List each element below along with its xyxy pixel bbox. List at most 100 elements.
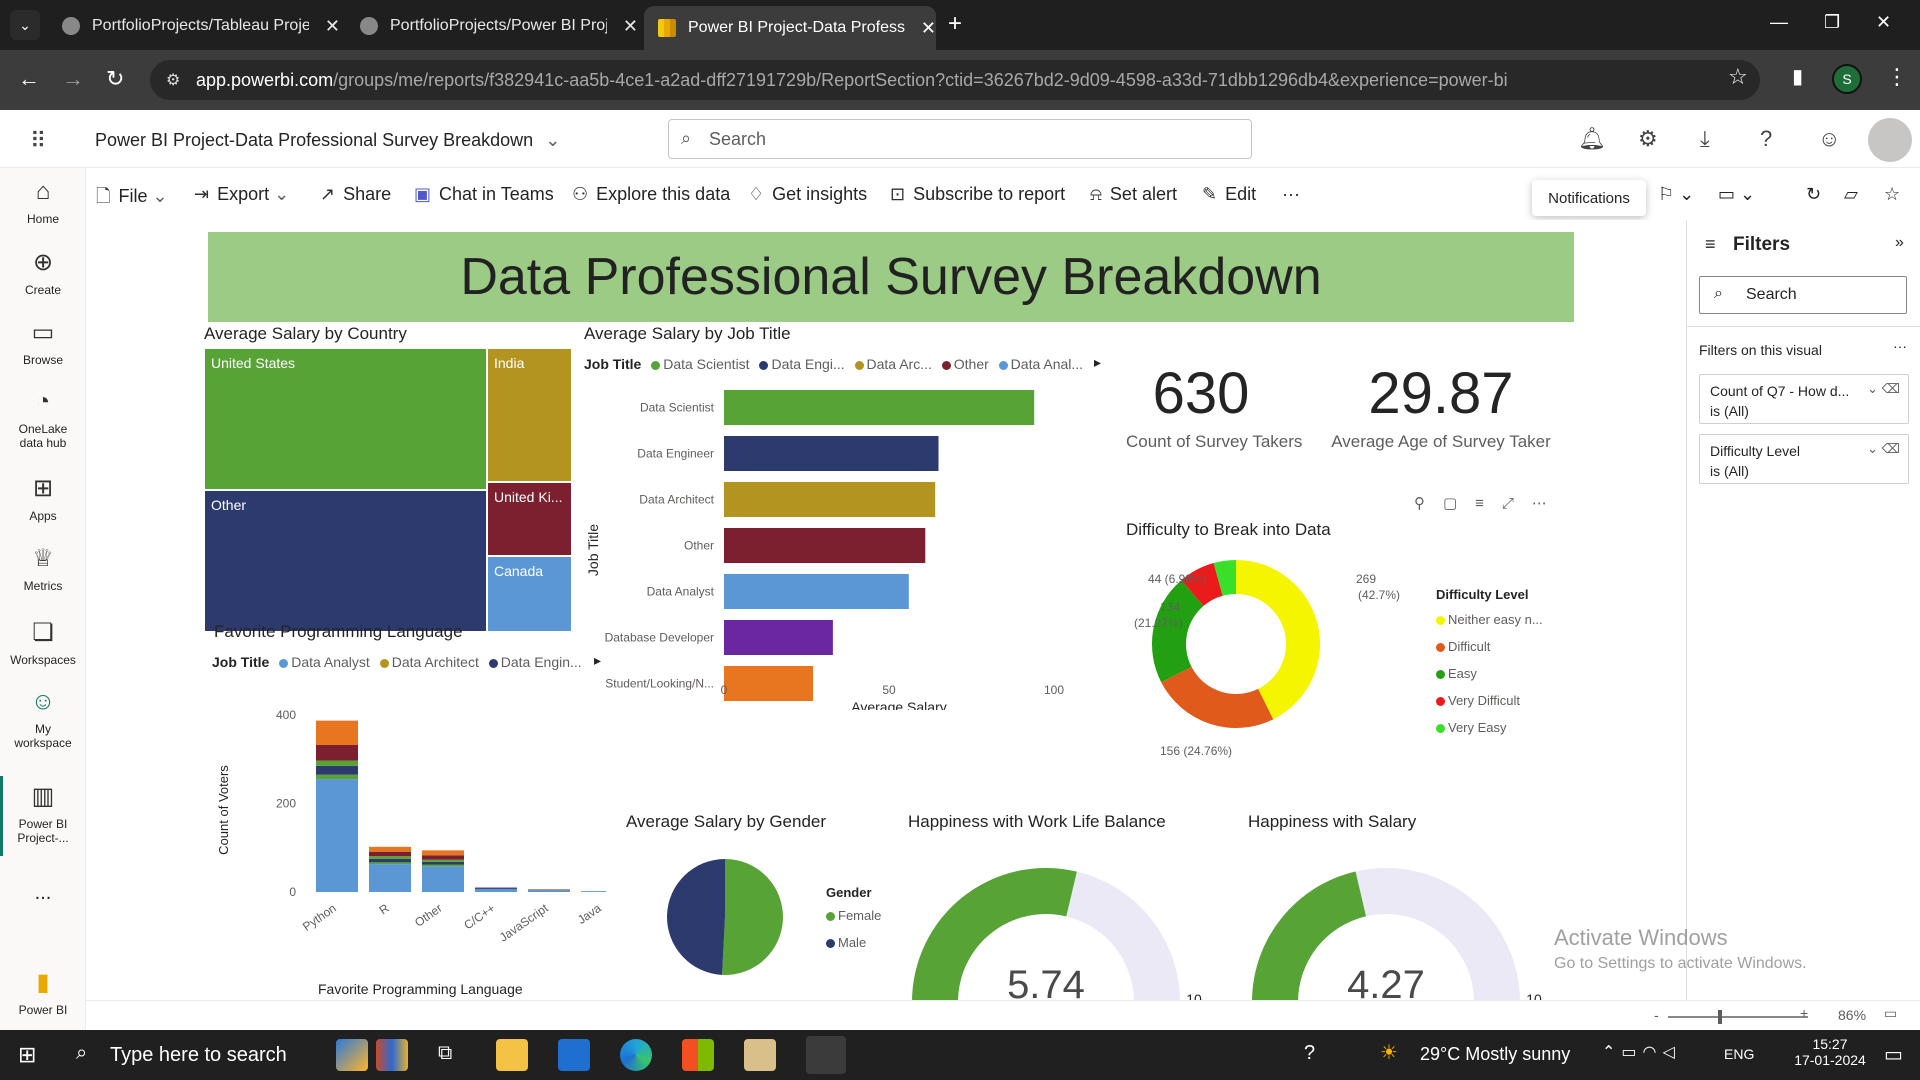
favorite-star-icon[interactable]: ☆: [1884, 184, 1900, 205]
taskbar-app-icon[interactable]: [744, 1039, 776, 1071]
file-explorer-icon[interactable]: [496, 1039, 528, 1071]
taskbar-search[interactable]: ⌕ Type here to search: [64, 1030, 320, 1080]
store-icon[interactable]: [682, 1039, 714, 1071]
legend-item[interactable]: Easy: [1436, 660, 1543, 687]
side-panel-icon[interactable]: ▮: [1792, 64, 1803, 89]
legend-item[interactable]: Female: [826, 902, 881, 929]
bookmark-star-icon[interactable]: ☆: [1728, 64, 1748, 90]
nav-home[interactable]: ⌂ Home: [0, 178, 86, 226]
treemap-cell-other[interactable]: Other: [204, 490, 487, 632]
explore-data-button[interactable]: ⚇ Explore this data: [572, 184, 730, 205]
help-tips-icon[interactable]: ?: [1304, 1042, 1315, 1065]
restore-icon[interactable]: ❐: [1824, 12, 1840, 33]
notifications-bell-icon[interactable]: 🔔︎: [1578, 126, 1606, 152]
nav-power-bi[interactable]: ▮ Power BI: [0, 968, 86, 1017]
new-tab-button[interactable]: +: [948, 10, 962, 38]
legend-item[interactable]: Very Easy: [1436, 714, 1543, 741]
download-icon[interactable]: ⤓: [1700, 126, 1710, 152]
site-info-icon[interactable]: ⚙: [166, 70, 180, 90]
back-icon[interactable]: ←: [18, 66, 40, 92]
windows-start-icon[interactable]: ⊞: [18, 1042, 36, 1068]
profile-avatar[interactable]: S: [1832, 64, 1862, 94]
get-insights-button[interactable]: ♢ Get insights: [748, 184, 867, 205]
close-icon[interactable]: ✕: [623, 16, 638, 37]
treemap-cell-canada[interactable]: Canada: [487, 556, 572, 632]
taskbar-widget-icon[interactable]: [336, 1039, 368, 1071]
url-input[interactable]: ⚙ app.powerbi.com/groups/me/reports/f382…: [150, 60, 1760, 100]
legend-item[interactable]: Difficult: [1436, 633, 1543, 660]
nav-apps[interactable]: ⊞ Apps: [0, 474, 86, 523]
task-view-icon[interactable]: ⧉: [438, 1042, 452, 1065]
collapse-chevron-icon[interactable]: »: [1895, 234, 1904, 252]
close-icon[interactable]: ✕: [325, 16, 340, 37]
taskbar-clock[interactable]: 15:27 17-01-2024: [1790, 1036, 1870, 1068]
salary-job-bar-chart[interactable]: Data Scientist Data Engineer Data Architec…: [584, 380, 1204, 710]
chevron-down-icon[interactable]: ⌄ ⌫: [1867, 439, 1900, 459]
nav-workspaces[interactable]: ❏ Workspaces: [0, 618, 86, 667]
wlb-gauge[interactable]: 5.74010: [908, 840, 1298, 1010]
filter-card-difficulty[interactable]: Difficulty Level is (All) ⌄ ⌫: [1699, 434, 1909, 484]
browser-tab[interactable]: PortfolioProjects/Power BI Proje ✕: [346, 8, 638, 44]
view-icon[interactable]: ▭ ⌄: [1718, 184, 1755, 205]
nav-onelake[interactable]: ◔ OneLake data hub: [0, 388, 86, 450]
tab-search-button[interactable]: ⌄: [10, 10, 40, 40]
comment-icon[interactable]: ▱: [1844, 184, 1858, 205]
visual-header-icons[interactable]: ⚲▢≡⤢⋯: [1414, 494, 1565, 512]
zoom-slider[interactable]: [1668, 1016, 1808, 1018]
fit-page-icon[interactable]: ▭: [1884, 1005, 1897, 1022]
feedback-icon[interactable]: ☺: [1818, 126, 1840, 152]
nav-current-report[interactable]: ▥ Power BI Project-...: [0, 782, 86, 845]
browser-tab-active[interactable]: Power BI Project-Data Professio ✕: [644, 6, 936, 50]
chat-in-teams-button[interactable]: ▣ Chat in Teams: [414, 184, 554, 205]
subscribe-button[interactable]: ⊡ Subscribe to report: [890, 184, 1065, 205]
nav-create[interactable]: ⊕ Create: [0, 248, 86, 297]
chevron-down-icon[interactable]: ⌄ ⌫: [1867, 379, 1900, 399]
user-avatar[interactable]: [1868, 118, 1912, 162]
browser-menu-icon[interactable]: ⋮: [1886, 64, 1908, 90]
window-close-icon[interactable]: ✕: [1876, 12, 1891, 33]
zoom-slider-thumb[interactable]: [1718, 1010, 1722, 1024]
treemap-cell-united-states[interactable]: United States: [204, 348, 487, 490]
nav-browse[interactable]: ▭ Browse: [0, 318, 86, 367]
notification-center-icon[interactable]: ▭: [1884, 1042, 1903, 1067]
set-alert-button[interactable]: ⍾ Set alert: [1090, 184, 1177, 205]
minimize-icon[interactable]: —: [1770, 12, 1788, 33]
legend-item[interactable]: Very Difficult: [1436, 687, 1543, 714]
reload-icon[interactable]: ↻: [106, 66, 124, 92]
report-name-dropdown[interactable]: Power BI Project-Data Professional Surve…: [95, 130, 560, 151]
refresh-icon[interactable]: ↻: [1806, 184, 1821, 205]
browser-tab[interactable]: PortfolioProjects/Tableau Projec ✕: [48, 8, 340, 44]
nav-more[interactable]: ...: [0, 882, 86, 905]
legend-next-arrow-icon[interactable]: ▸: [1094, 354, 1101, 371]
zoom-out-button[interactable]: -: [1654, 1007, 1659, 1023]
more-options-icon[interactable]: ···: [1893, 338, 1907, 354]
gender-pie-chart[interactable]: [664, 856, 786, 978]
legend-next-arrow-icon[interactable]: ▸: [594, 652, 601, 669]
help-icon[interactable]: ?: [1760, 126, 1772, 152]
settings-gear-icon[interactable]: ⚙: [1638, 126, 1658, 152]
forward-icon[interactable]: →: [62, 66, 84, 92]
weather-text[interactable]: 29°C Mostly sunny: [1420, 1044, 1570, 1065]
system-tray-icons[interactable]: ⌃▭◠◁: [1602, 1042, 1681, 1062]
chrome-icon-active[interactable]: [806, 1036, 846, 1074]
export-menu[interactable]: ⇥ Export ⌄: [194, 184, 289, 205]
share-button[interactable]: ↗ Share: [320, 184, 391, 205]
edit-button[interactable]: ✎ Edit: [1202, 184, 1256, 205]
nav-metrics[interactable]: ♕ Metrics: [0, 544, 86, 593]
file-menu[interactable]: 🗋︎ File ⌄: [96, 184, 168, 214]
lang-stacked-bar-chart[interactable]: Python R Other C/C++ JavaScript Java 400 200 0 Fa…: [206, 700, 606, 1000]
filters-search-input[interactable]: ⌕ Search: [1699, 276, 1907, 314]
nav-my-workspace[interactable]: ☺ My workspace: [0, 688, 86, 750]
treemap-cell-united-kingdom[interactable]: United Ki...: [487, 482, 572, 556]
input-language[interactable]: ENG: [1724, 1046, 1754, 1062]
filter-card-q7[interactable]: Count of Q7 - How d... is (All) ⌄ ⌫: [1699, 374, 1909, 424]
treemap-cell-india[interactable]: India: [487, 348, 572, 482]
edge-browser-icon[interactable]: [620, 1039, 652, 1071]
more-options-button[interactable]: ···: [1282, 184, 1300, 205]
bookmark-icon[interactable]: ⚐ ⌄: [1658, 184, 1694, 205]
legend-item[interactable]: Male: [826, 929, 881, 956]
search-input[interactable]: ⌕ Search: [668, 119, 1252, 159]
mail-icon[interactable]: [558, 1039, 590, 1071]
app-launcher-icon[interactable]: ⠿: [30, 128, 46, 154]
close-icon[interactable]: ✕: [921, 18, 936, 39]
